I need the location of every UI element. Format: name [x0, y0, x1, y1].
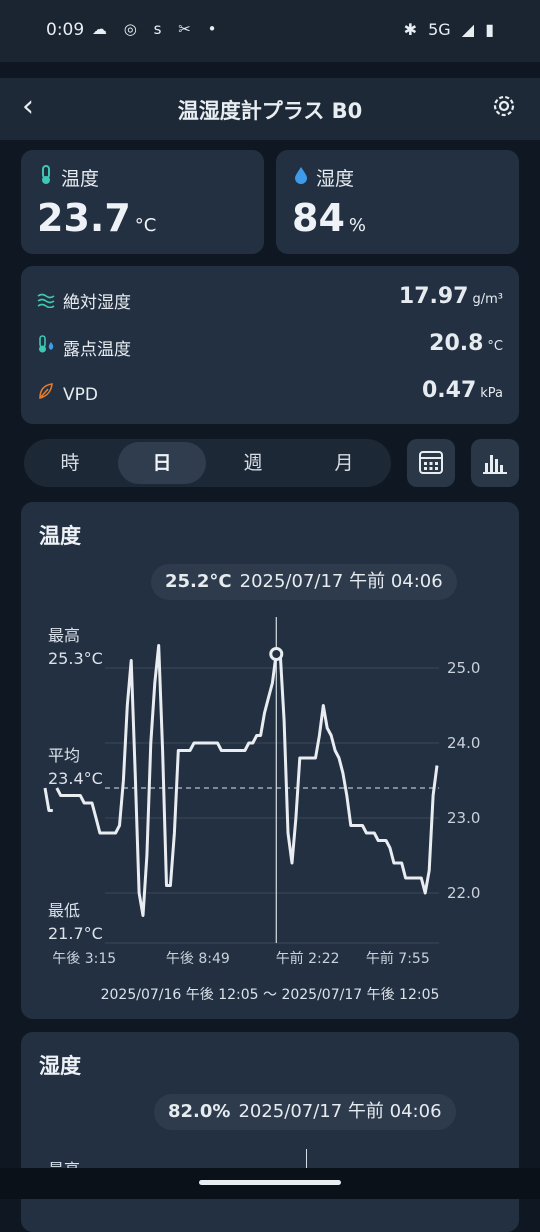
tab-day[interactable]: 日: [118, 442, 206, 484]
system-icons: ✱ 5G ◢ ▮: [398, 20, 494, 39]
temperature-value: 23.7 °C: [37, 196, 157, 240]
notification-icons: ☁ ◎ s ✂ •: [92, 20, 228, 38]
tab-hour[interactable]: 時: [26, 439, 114, 487]
humidity-selected-value: 82.0%: [168, 1101, 231, 1122]
wave-icon: [37, 292, 63, 313]
gear-icon[interactable]: [490, 92, 518, 124]
temperature-label: 温度: [39, 164, 99, 191]
humidity-value: 84%: [292, 196, 366, 240]
y-tick-label: 22.0: [447, 884, 480, 902]
vpd-row: VPD 0.47 kPa: [37, 378, 503, 408]
y-tick-label: 24.0: [447, 734, 480, 752]
min-label: 最低: [48, 901, 80, 920]
status-time: 0:09: [46, 20, 85, 40]
page-title: 温湿度計プラス B0: [177, 99, 363, 123]
bluetooth-icon: ✱: [403, 20, 418, 39]
humidity-chart-title: 湿度: [39, 1054, 81, 1078]
humidity-selected-time: 2025/07/17 午前 04:06: [238, 1101, 442, 1122]
status-bar: 0:09 ☁ ◎ s ✂ • ✱ 5G ◢ ▮: [0, 0, 540, 62]
humidity-chart-card: 湿度 82.0%2025/07/17 午前 04:06 最高: [21, 1032, 519, 1232]
droplet-icon: [294, 165, 316, 190]
tab-week[interactable]: 週: [209, 439, 297, 487]
humidity-label: 湿度: [294, 164, 354, 191]
dewpoint-icon: [37, 335, 63, 360]
cloud-icon: ☁: [92, 20, 107, 38]
max-value: 25.3°C: [48, 649, 103, 668]
x-tick-label: 午後 3:15: [52, 951, 116, 967]
signal-icon: ◢: [461, 20, 475, 39]
calendar-button[interactable]: [407, 439, 455, 487]
avg-value: 23.4°C: [48, 769, 103, 788]
x-tick-label: 午前 2:22: [276, 950, 340, 967]
temperature-chart[interactable]: 25.0 24.0 23.0 22.0 午後 3:15 午後 8:49 午前 2:22 午前…: [21, 502, 519, 1019]
instagram-icon: ◎: [123, 20, 137, 38]
humidity-card[interactable]: 湿度 84%: [276, 150, 519, 254]
x-tick-label: 午後 8:49: [166, 951, 230, 967]
dewpoint-row: 露点温度 20.8 °C: [37, 331, 503, 361]
leaf-icon: [37, 382, 63, 405]
max-label: 最高: [48, 626, 80, 645]
tab-month[interactable]: 月: [300, 439, 388, 487]
temperature-chart-card: 温度 25.2°C 2025/07/17 午前 04:06 25.0 24.0 23.…: [21, 502, 519, 1019]
period-selector: 時 日 週 月: [24, 439, 391, 487]
absolute-humidity-row: 絶対湿度 17.97 g/m³: [37, 284, 503, 314]
temperature-card[interactable]: 温度 23.7 °C: [21, 150, 264, 254]
y-tick-label: 25.0: [447, 659, 480, 677]
s-app-icon: s: [153, 20, 162, 38]
humidity-selected-pill: 82.0% 2025/07/17 午前 04:06: [154, 1094, 456, 1130]
y-tick-label: 23.0: [447, 809, 480, 827]
min-value: 21.7°C: [48, 924, 103, 943]
details-card: 絶対湿度 17.97 g/m³ 露点温度 20.8 °C VPD 0.47 kPa: [21, 266, 519, 424]
selected-point-marker: [269, 647, 284, 661]
app-bar: ‹ 温湿度計プラス B0: [0, 78, 540, 140]
avg-label: 平均: [48, 746, 80, 765]
date-range: 2025/07/16 午後 12:05 ～ 2025/07/17 午後 12:0…: [100, 987, 440, 1003]
calendar-icon: [419, 451, 443, 474]
home-gesture-bar[interactable]: [199, 1180, 341, 1185]
x-tick-label: 午前 7:55: [366, 950, 430, 967]
capcut-icon: ✂: [178, 20, 191, 38]
dot-icon: •: [207, 20, 217, 38]
chart-type-button[interactable]: [471, 439, 519, 487]
thermometer-icon: [39, 165, 61, 190]
temperature-series-line: [43, 644, 439, 917]
bar-chart-icon: [483, 455, 507, 474]
network-label: 5G: [428, 20, 451, 39]
battery-icon: ▮: [485, 20, 494, 39]
